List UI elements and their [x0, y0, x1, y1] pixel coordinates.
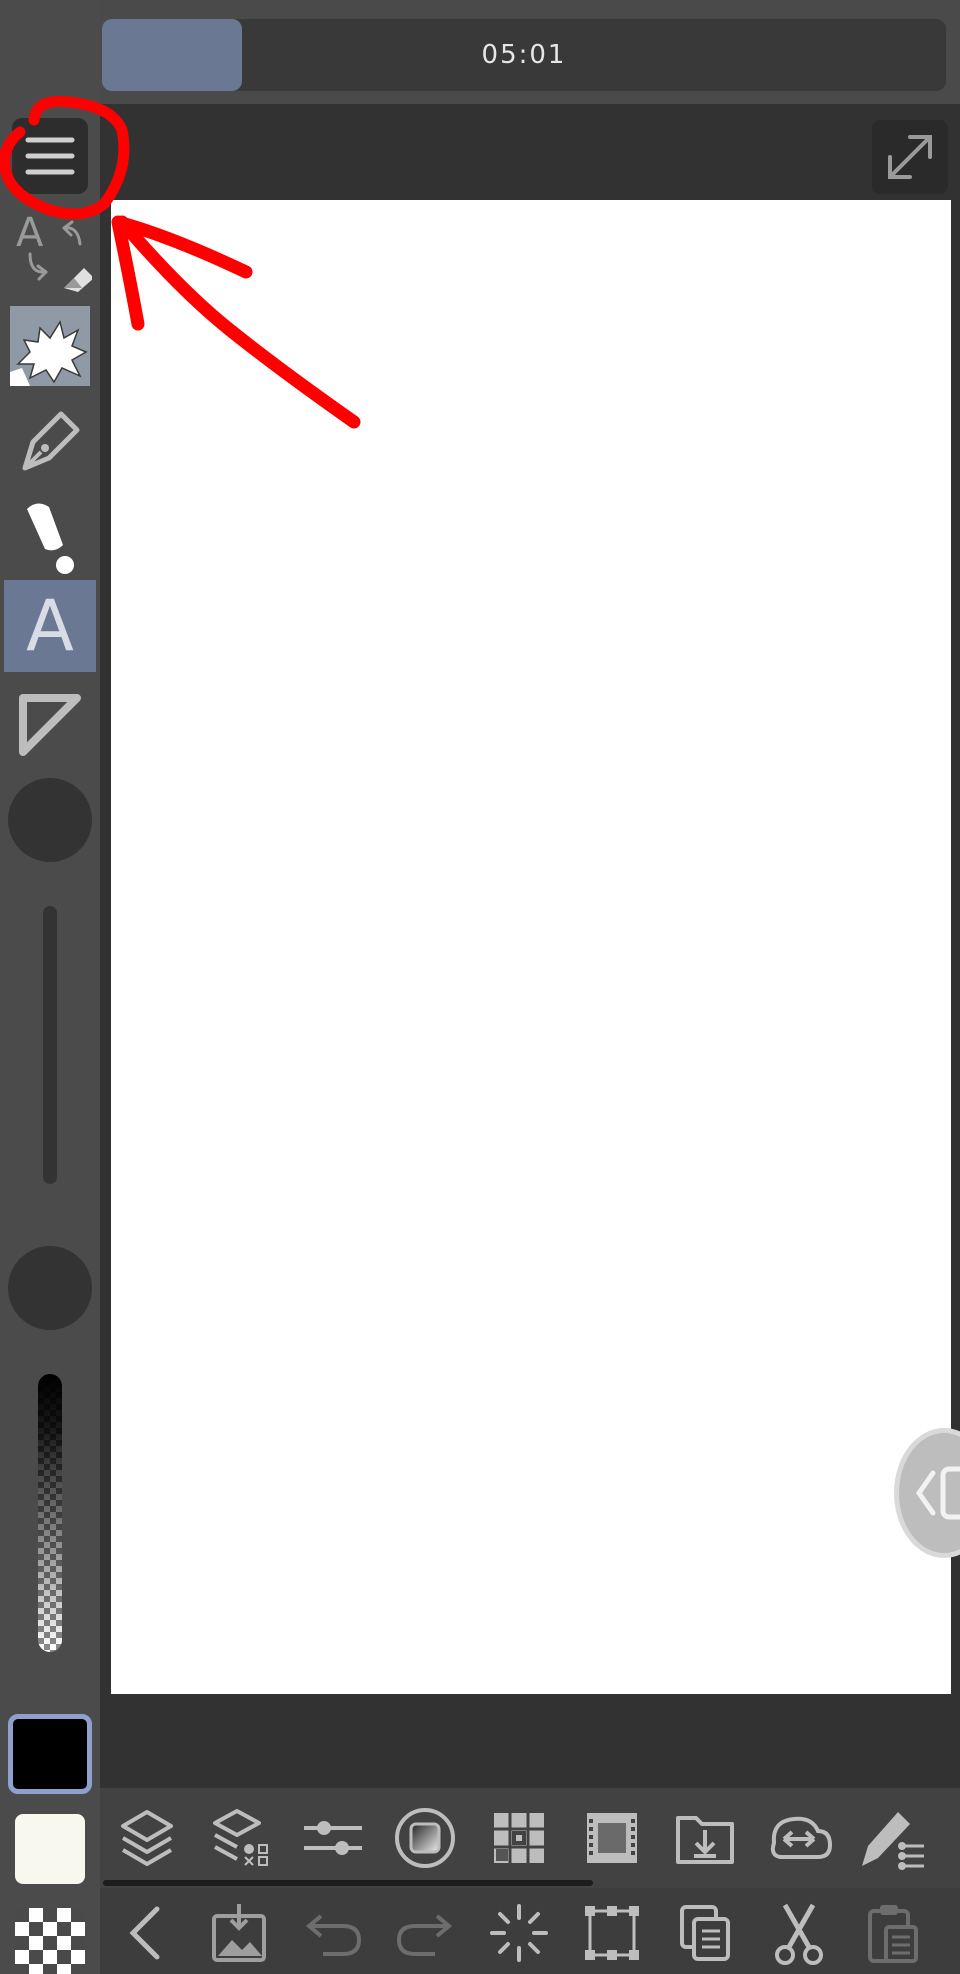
expand-icon — [888, 135, 932, 179]
brush-size-slider[interactable] — [43, 906, 57, 1184]
undo-button[interactable] — [298, 1898, 368, 1968]
command-bar — [100, 1788, 960, 1888]
paste-button[interactable] — [858, 1898, 928, 1968]
import-icon — [676, 1816, 734, 1864]
cut-button[interactable] — [764, 1898, 834, 1968]
copy-button[interactable] — [670, 1898, 740, 1968]
command-bar-scrollbar[interactable] — [103, 1880, 593, 1886]
tool-property-button[interactable] — [298, 1803, 368, 1873]
text-tool-glyph: A — [26, 585, 74, 667]
loading-icon — [490, 1904, 548, 1962]
transform-button[interactable] — [577, 1898, 647, 1968]
processing-indicator — [484, 1898, 554, 1968]
navigator-icon — [494, 1813, 544, 1863]
menu-icon — [25, 137, 75, 175]
adjust-sliders-icon — [304, 1821, 362, 1855]
transform-icon — [585, 1906, 639, 1960]
brush-thumbnail-icon — [10, 306, 90, 386]
material-icon — [395, 1808, 455, 1868]
save-image-button[interactable] — [204, 1898, 274, 1968]
pen-icon — [22, 411, 80, 471]
chevron-left-icon — [915, 1466, 960, 1520]
copy-icon — [680, 1905, 730, 1961]
app-window: 05:01 A A — [0, 0, 960, 1974]
paste-icon — [868, 1905, 918, 1963]
opacity-indicator[interactable] — [8, 1246, 92, 1330]
timeline-time: 05:01 — [481, 40, 567, 70]
back-button[interactable] — [110, 1898, 180, 1968]
timeline-track[interactable]: 05:01 — [102, 19, 946, 91]
layers-button[interactable] — [112, 1803, 182, 1873]
material-button[interactable] — [390, 1803, 460, 1873]
navigator-button[interactable] — [484, 1803, 554, 1873]
layer-properties-button[interactable] — [206, 1803, 276, 1873]
blend-tool[interactable] — [8, 490, 92, 580]
animation-button[interactable] — [577, 1803, 647, 1873]
cut-icon — [775, 1903, 823, 1965]
brush-size-indicator[interactable] — [8, 778, 92, 862]
layers-icon — [121, 1810, 173, 1866]
transparent-color-swatch[interactable] — [15, 1908, 85, 1974]
opacity-slider[interactable] — [38, 1374, 62, 1652]
svg-text:A: A — [16, 210, 44, 256]
redo-icon — [396, 1914, 453, 1956]
swap-tool-icon: A — [16, 210, 92, 292]
sub-tool-icon — [862, 1812, 924, 1870]
tool-bar: A A — [0, 0, 100, 1974]
import-button[interactable] — [670, 1803, 740, 1873]
undo-icon — [305, 1914, 362, 1956]
back-icon — [129, 1906, 160, 1960]
frame-border-tool[interactable] — [8, 680, 92, 770]
save-image-icon — [212, 1904, 266, 1962]
redo-button[interactable] — [390, 1898, 460, 1968]
frame-border-icon — [19, 694, 81, 756]
drawing-canvas[interactable] — [111, 200, 951, 1694]
sub-color-swatch[interactable] — [15, 1814, 85, 1884]
edit-bar — [100, 1888, 960, 1974]
text-tool[interactable]: A — [4, 580, 96, 672]
pen-tool[interactable] — [8, 396, 92, 486]
animation-icon — [587, 1813, 637, 1863]
sync-icon — [770, 1816, 833, 1859]
sync-button[interactable] — [764, 1803, 834, 1873]
fullscreen-button[interactable] — [872, 120, 948, 194]
swap-tool-button[interactable]: A — [8, 204, 92, 294]
menu-button[interactable] — [12, 118, 88, 194]
blend-icon — [27, 503, 74, 574]
layer-properties-icon — [213, 1809, 268, 1866]
brush-preview[interactable] — [10, 306, 90, 386]
main-color-swatch[interactable] — [8, 1714, 92, 1794]
sub-tool-button[interactable] — [858, 1803, 928, 1873]
